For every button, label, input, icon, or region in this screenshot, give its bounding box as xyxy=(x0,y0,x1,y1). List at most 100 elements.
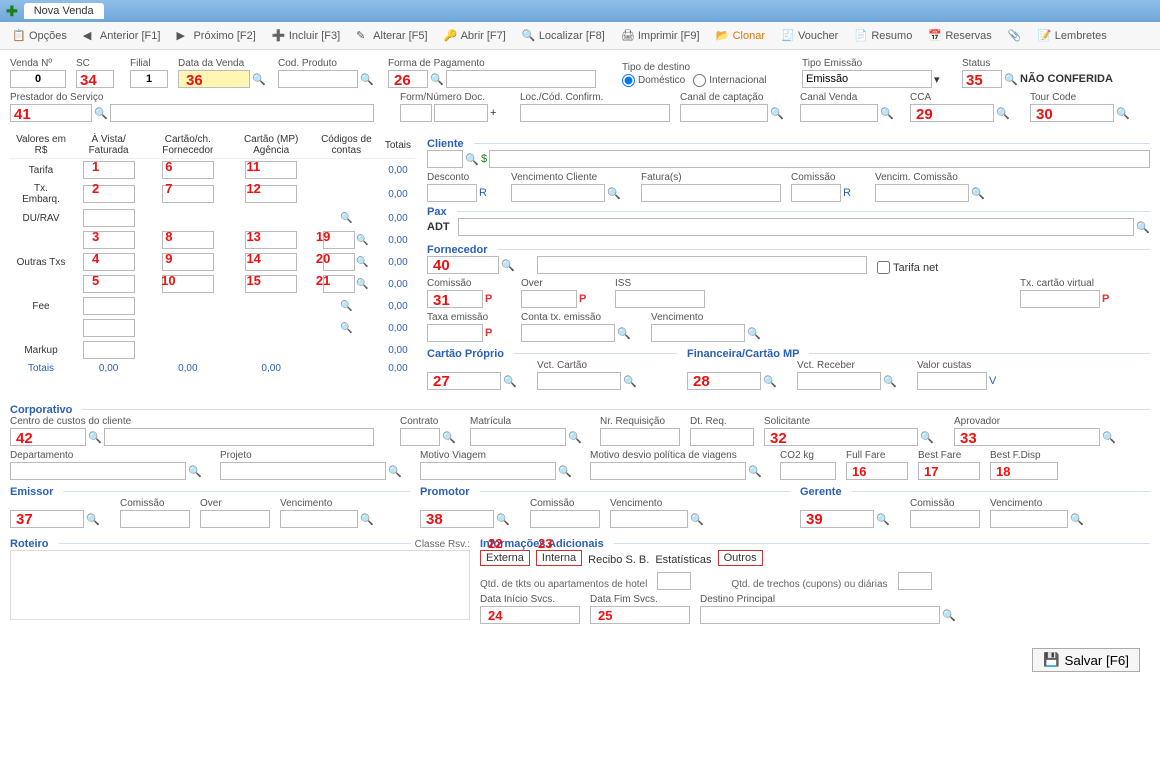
taxe-avista-input[interactable] xyxy=(83,185,135,203)
aprovador-input[interactable] xyxy=(954,428,1100,446)
loc-cod-input[interactable] xyxy=(520,104,670,122)
matricula-input[interactable] xyxy=(470,428,566,446)
emissor-input[interactable] xyxy=(10,510,84,528)
centro-custos-input[interactable] xyxy=(10,428,86,446)
resumo-button[interactable]: 📄Resumo xyxy=(848,27,918,45)
forn-iss-input[interactable] xyxy=(615,290,705,308)
durav-avista-input[interactable] xyxy=(83,209,135,227)
ot1-lookup[interactable]: 🔍 xyxy=(355,234,369,248)
ot3-cartao-ag-input[interactable] xyxy=(245,275,297,293)
dollar-icon[interactable]: $ xyxy=(481,153,487,165)
emissor-comissao-input[interactable] xyxy=(120,510,190,528)
canal-venda-input[interactable] xyxy=(800,104,878,122)
promotor-venc-lookup[interactable]: 🔍 xyxy=(690,512,704,526)
destino-input[interactable] xyxy=(700,606,940,624)
data-venda-input[interactable] xyxy=(178,70,250,88)
voucher-button[interactable]: 🧾Voucher xyxy=(775,27,844,45)
vct-cartao-lookup[interactable]: 🔍 xyxy=(623,374,637,388)
qtd-tkts-input[interactable] xyxy=(657,572,691,590)
imprimir-button[interactable]: 🖨Imprimir [F9] xyxy=(615,27,706,45)
prestador-desc[interactable] xyxy=(110,104,374,122)
reservas-button[interactable]: 📅Reservas xyxy=(922,27,997,45)
pax-lookup[interactable]: 🔍 xyxy=(1136,220,1150,234)
promotor-input[interactable] xyxy=(420,510,494,528)
desconto-input[interactable] xyxy=(427,184,477,202)
tab-recibo[interactable]: Recibo S. B. xyxy=(588,554,649,566)
markup-avista-input[interactable] xyxy=(83,341,135,359)
cartao-proprio-input[interactable] xyxy=(427,372,501,390)
best-fdisp-input[interactable] xyxy=(990,462,1058,480)
fee2-avista-input[interactable] xyxy=(83,319,135,337)
solicitante-input[interactable] xyxy=(764,428,918,446)
ot2-cod-input[interactable] xyxy=(323,253,355,271)
attachment-button[interactable]: 📎 xyxy=(1002,27,1028,45)
financeira-lookup[interactable]: 🔍 xyxy=(763,374,777,388)
ot1-cartao-forn-input[interactable] xyxy=(162,231,214,249)
vct-cartao-input[interactable] xyxy=(537,372,621,390)
plus-small-icon[interactable]: + xyxy=(490,107,496,119)
pax-input[interactable] xyxy=(458,218,1134,236)
motivo-desvio-lookup[interactable]: 🔍 xyxy=(748,464,762,478)
cliente-input[interactable] xyxy=(427,150,463,168)
promotor-lookup[interactable]: 🔍 xyxy=(496,512,510,526)
departamento-lookup[interactable]: 🔍 xyxy=(188,464,202,478)
gerente-input[interactable] xyxy=(800,510,874,528)
tab-nova-venda[interactable]: Nova Venda xyxy=(24,3,104,19)
salvar-button[interactable]: 💾Salvar [F6] xyxy=(1032,648,1140,672)
radio-internacional[interactable]: Internacional xyxy=(693,74,766,87)
projeto-lookup[interactable]: 🔍 xyxy=(388,464,402,478)
ot1-cartao-ag-input[interactable] xyxy=(245,231,297,249)
fee-avista-input[interactable] xyxy=(83,297,135,315)
ot2-cartao-ag-input[interactable] xyxy=(245,253,297,271)
cliente-desc[interactable] xyxy=(489,150,1150,168)
incluir-button[interactable]: ➕Incluir [F3] xyxy=(266,27,346,45)
centro-custos-desc[interactable] xyxy=(104,428,374,446)
promotor-venc-input[interactable] xyxy=(610,510,688,528)
vct-receber-input[interactable] xyxy=(797,372,881,390)
nr-req-input[interactable] xyxy=(600,428,680,446)
status-lookup[interactable]: 🔍 xyxy=(1004,72,1018,86)
cartao-proprio-lookup[interactable]: 🔍 xyxy=(503,374,517,388)
localizar-button[interactable]: 🔍Localizar [F8] xyxy=(516,27,611,45)
fornecedor-desc[interactable] xyxy=(537,256,867,274)
solicitante-lookup[interactable]: 🔍 xyxy=(920,430,934,444)
forma-pagamento-input[interactable] xyxy=(388,70,428,88)
taxa-emissao-input[interactable] xyxy=(427,324,483,342)
cod-produto-lookup[interactable]: 🔍 xyxy=(360,72,374,86)
numdoc-input[interactable] xyxy=(434,104,488,122)
status-input[interactable] xyxy=(962,70,1002,88)
motivo-viagem-input[interactable] xyxy=(420,462,556,480)
tour-code-input[interactable] xyxy=(1030,104,1114,122)
gerente-venc-lookup[interactable]: 🔍 xyxy=(1070,512,1084,526)
centro-custos-lookup[interactable]: 🔍 xyxy=(88,430,102,444)
aprovador-lookup[interactable]: 🔍 xyxy=(1102,430,1116,444)
conta-tx-input[interactable] xyxy=(521,324,615,342)
tour-code-lookup[interactable]: 🔍 xyxy=(1116,106,1130,120)
data-inicio-input[interactable] xyxy=(480,606,580,624)
tarifa-cartao-ag-input[interactable] xyxy=(245,161,297,179)
venc-cliente-input[interactable] xyxy=(511,184,605,202)
motivo-desvio-input[interactable] xyxy=(590,462,746,480)
opcoes-button[interactable]: 📋Opções xyxy=(6,27,73,45)
tarifa-cartao-forn-input[interactable] xyxy=(162,161,214,179)
gerente-lookup[interactable]: 🔍 xyxy=(876,512,890,526)
cliente-lookup[interactable]: 🔍 xyxy=(465,152,479,166)
tab-externa[interactable]: Externa xyxy=(480,550,530,566)
departamento-input[interactable] xyxy=(10,462,186,480)
canal-cap-lookup[interactable]: 🔍 xyxy=(770,106,784,120)
form-input[interactable] xyxy=(400,104,432,122)
proximo-button[interactable]: ▶Próximo [F2] xyxy=(170,27,261,45)
clonar-button[interactable]: 📂Clonar xyxy=(710,27,771,45)
venc-com-input[interactable] xyxy=(875,184,969,202)
anterior-button[interactable]: ◀Anterior [F1] xyxy=(77,27,167,45)
motivo-viagem-lookup[interactable]: 🔍 xyxy=(558,464,572,478)
emissor-lookup[interactable]: 🔍 xyxy=(86,512,100,526)
ot3-cod-input[interactable] xyxy=(323,275,355,293)
best-fare-input[interactable] xyxy=(918,462,980,480)
canal-venda-lookup[interactable]: 🔍 xyxy=(880,106,894,120)
radio-domestico[interactable]: Doméstico xyxy=(622,74,685,87)
abrir-button[interactable]: 🔑Abrir [F7] xyxy=(438,27,512,45)
fornecedor-input[interactable] xyxy=(427,256,499,274)
taxe-cartao-ag-input[interactable] xyxy=(245,185,297,203)
dt-req-input[interactable] xyxy=(690,428,754,446)
